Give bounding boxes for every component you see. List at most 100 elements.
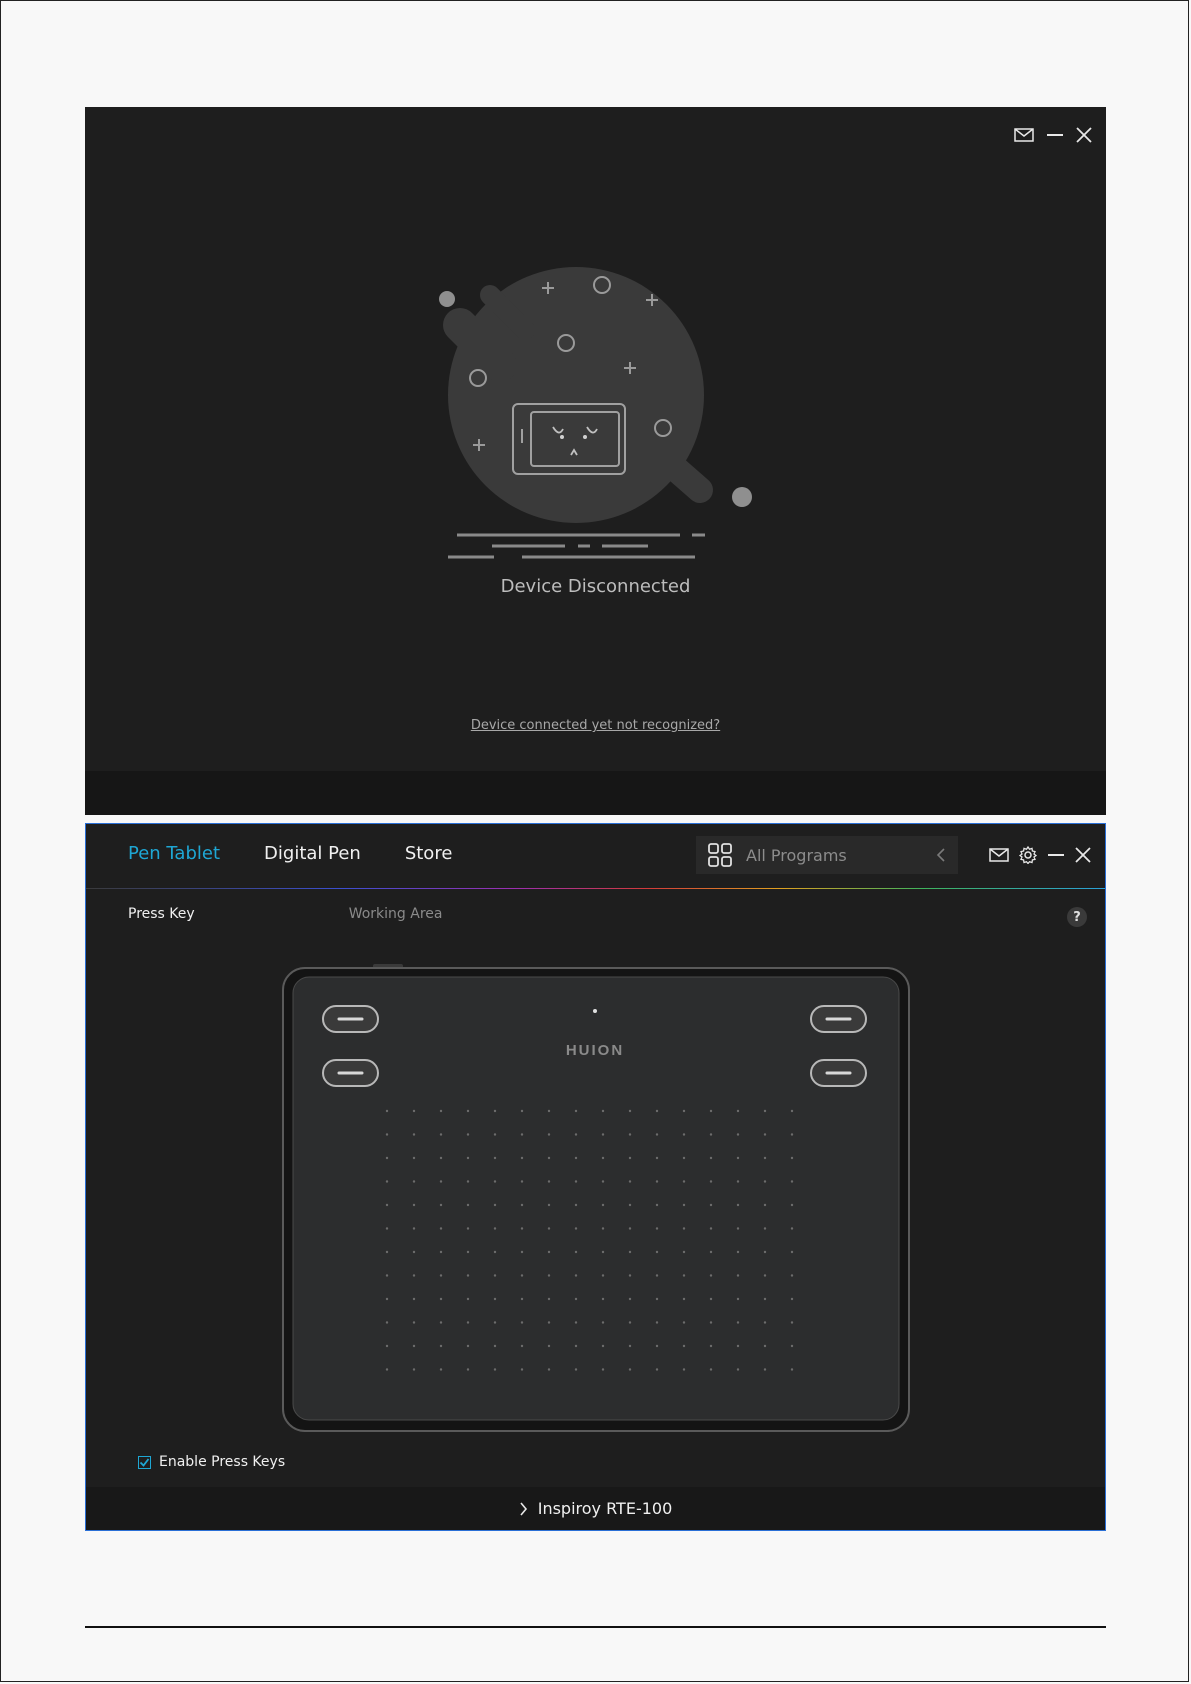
grid-dot: [736, 1321, 740, 1324]
enable-press-keys-checkbox[interactable]: [138, 1455, 151, 1469]
mail-icon[interactable]: [989, 848, 1009, 862]
grid-dot: [601, 1180, 605, 1183]
grid-dot: [493, 1227, 497, 1230]
grid-dot: [574, 1250, 578, 1254]
grid-dot: [547, 1180, 551, 1183]
grid-dot: [601, 1344, 605, 1348]
grid-dot: [547, 1227, 551, 1230]
grid-dot: [493, 1297, 497, 1301]
grid-dot: [655, 1274, 659, 1277]
grid-dot: [574, 1109, 578, 1113]
driver-window: Pen Tablet Digital Pen Store All Program…: [85, 823, 1106, 1531]
close-icon[interactable]: [1075, 847, 1091, 863]
window-controls: [989, 846, 1091, 864]
grid-dot: [520, 1344, 524, 1348]
grid-dot: [520, 1274, 524, 1277]
grid-dot: [439, 1133, 443, 1136]
header-divider: [86, 888, 1105, 889]
grid-dot: [466, 1368, 470, 1371]
grid-dot: [547, 1321, 551, 1324]
grid-dot: [790, 1203, 794, 1207]
grid-dot: [736, 1180, 740, 1183]
window-controls: [1014, 127, 1092, 143]
tab-digital-pen[interactable]: Digital Pen: [264, 843, 361, 864]
grid-dot: [385, 1274, 389, 1277]
grid-dot: [493, 1109, 497, 1113]
grid-dot: [682, 1344, 686, 1348]
grid-dot: [709, 1368, 713, 1371]
grid-dot: [385, 1156, 389, 1160]
grid-dot: [493, 1180, 497, 1183]
device-name: Inspiroy RTE-100: [537, 1499, 673, 1518]
grid-dot: [520, 1203, 524, 1207]
grid-dot: [655, 1133, 659, 1136]
grid-dot: [601, 1321, 605, 1324]
subtab-working-area[interactable]: Working Area: [349, 906, 443, 922]
close-icon[interactable]: [1076, 127, 1092, 143]
grid-dot: [385, 1321, 389, 1324]
not-recognized-link[interactable]: Device connected yet not recognized?: [85, 718, 1106, 733]
subtab-press-key[interactable]: Press Key: [128, 906, 195, 922]
grid-dot: [709, 1133, 713, 1136]
grid-dot: [628, 1297, 632, 1301]
grid-dot: [628, 1227, 632, 1230]
check-icon: [139, 1457, 150, 1467]
grid-dot: [682, 1180, 686, 1183]
grid-dot: [466, 1297, 470, 1301]
grid-dot: [682, 1133, 686, 1136]
help-button[interactable]: ?: [1067, 907, 1087, 927]
grid-dot: [736, 1133, 740, 1136]
tab-pen-tablet[interactable]: Pen Tablet: [128, 843, 220, 864]
grid-dot: [763, 1250, 767, 1254]
grid-dot: [574, 1344, 578, 1348]
grid-dot: [682, 1297, 686, 1301]
chevron-left-icon[interactable]: [936, 848, 946, 862]
grid-dot: [628, 1368, 632, 1371]
grid-dot: [547, 1156, 551, 1160]
grid-dot: [655, 1203, 659, 1207]
grid-dot: [790, 1227, 794, 1230]
sub-tabs: Press Key Working Area: [128, 906, 442, 922]
grid-dot: [763, 1274, 767, 1277]
grid-dot: [790, 1344, 794, 1348]
grid-dot: [412, 1180, 416, 1183]
grid-dot: [412, 1133, 416, 1136]
grid-dot: [736, 1250, 740, 1254]
grid-dot: [628, 1274, 632, 1277]
grid-dot: [493, 1203, 497, 1207]
grid-dot: [574, 1133, 578, 1136]
tab-store[interactable]: Store: [405, 843, 453, 864]
grid-dot: [412, 1109, 416, 1113]
grid-dot: [655, 1368, 659, 1371]
grid-dot: [385, 1297, 389, 1301]
grid-dot: [763, 1321, 767, 1324]
grid-dot: [628, 1250, 632, 1254]
grid-dot: [547, 1344, 551, 1348]
grid-dot: [520, 1297, 524, 1301]
grid-dot: [439, 1203, 443, 1207]
grid-dot: [709, 1297, 713, 1301]
grid-dot: [790, 1133, 794, 1136]
grid-dot: [655, 1109, 659, 1113]
grid-dot: [412, 1250, 416, 1254]
grid-dot: [628, 1321, 632, 1324]
grid-dot: [466, 1109, 470, 1113]
grid-dot: [601, 1227, 605, 1230]
grid-dot: [439, 1156, 443, 1160]
grid-dot: [601, 1133, 605, 1136]
grid-dot: [520, 1368, 524, 1371]
grid-dot: [574, 1368, 578, 1371]
grid-dot: [763, 1180, 767, 1183]
grid-dot: [655, 1227, 659, 1230]
minimize-icon[interactable]: [1047, 848, 1065, 862]
device-selector[interactable]: Inspiroy RTE-100: [86, 1487, 1105, 1530]
program-selector[interactable]: All Programs: [696, 836, 958, 874]
mail-icon[interactable]: [1014, 128, 1034, 142]
grid-dot: [439, 1109, 443, 1113]
gear-icon[interactable]: [1019, 846, 1037, 864]
grid-dot: [385, 1109, 389, 1113]
grid-dot: [412, 1203, 416, 1207]
status-bar: [85, 771, 1106, 815]
grid-dot: [709, 1250, 713, 1254]
minimize-icon[interactable]: [1046, 128, 1064, 142]
